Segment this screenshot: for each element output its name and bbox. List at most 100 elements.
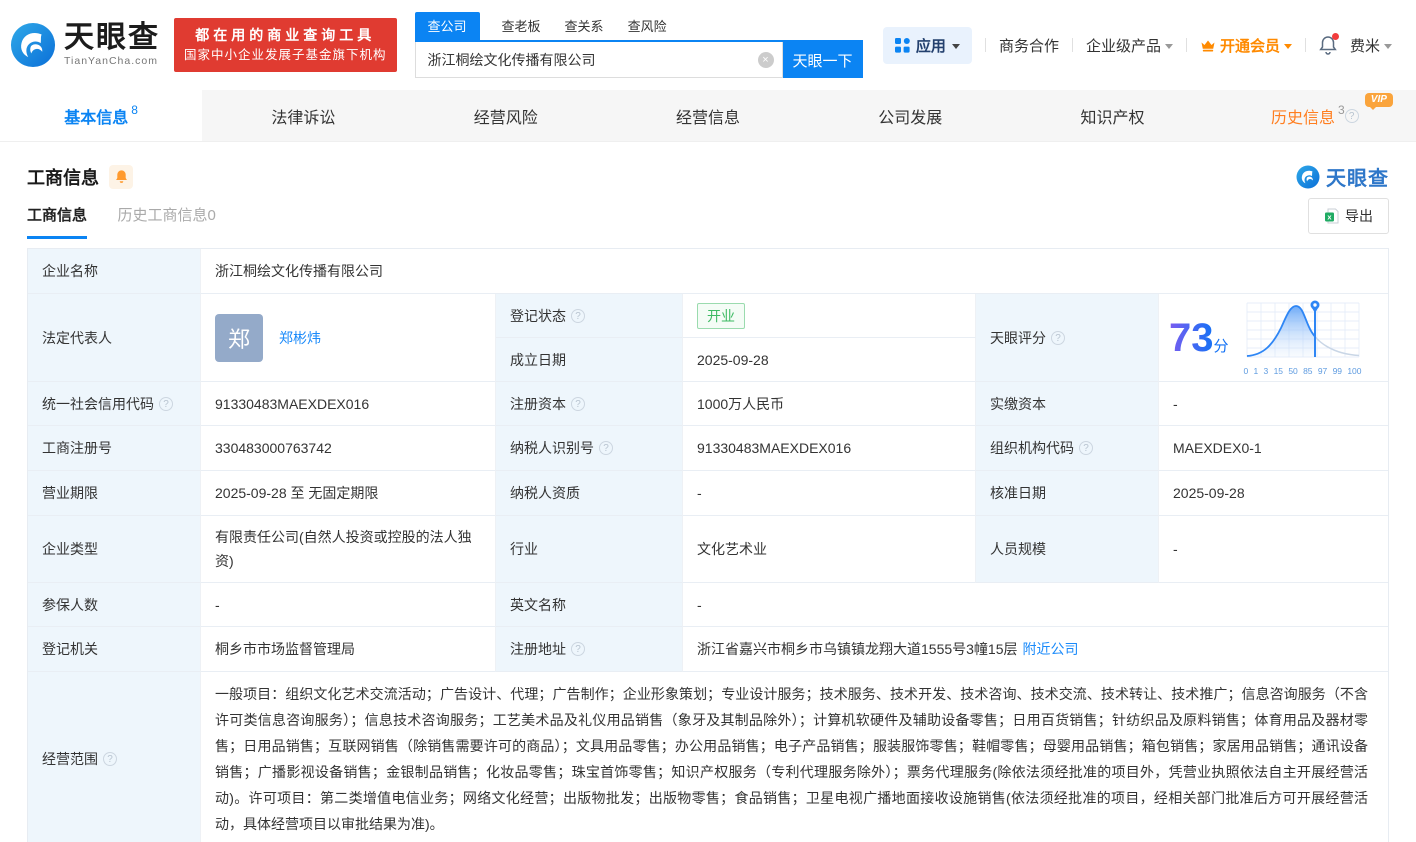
taxpayer-quality-value: - <box>683 471 976 516</box>
score-curve-chart <box>1244 299 1362 361</box>
tianyancha-watermark: 天眼查 <box>1296 162 1389 191</box>
search-tab-relation[interactable]: 查关系 <box>563 12 606 40</box>
help-icon[interactable]: ? <box>159 397 173 411</box>
tab-label: 经营风险 <box>474 104 538 128</box>
search-tabs: 查公司 查老板 查关系 查风险 <box>415 12 863 42</box>
nearby-companies-link[interactable]: 附近公司 <box>1023 639 1079 659</box>
staff-size-value: - <box>1159 516 1388 583</box>
help-icon[interactable]: ? <box>571 397 585 411</box>
help-icon[interactable]: ? <box>599 441 613 455</box>
logo-text: 天眼查 TianYanCha.com <box>64 23 160 67</box>
help-icon[interactable]: ? <box>103 752 117 766</box>
tab-label: 历史信息 <box>1271 104 1335 128</box>
search-row: × 天眼一下 <box>415 42 863 78</box>
establish-date-value: 2025-09-28 <box>683 338 976 382</box>
tab-count: 8 <box>131 103 138 117</box>
search-tab-company[interactable]: 查公司 <box>415 12 480 40</box>
tab-legal-litigation[interactable]: 法律诉讼 <box>202 90 404 141</box>
tab-label: 经营信息 <box>676 104 740 128</box>
tab-history-info[interactable]: 历史信息 3 ? VIP <box>1214 90 1416 141</box>
reg-number-label: 工商注册号 <box>28 426 201 471</box>
help-icon[interactable]: ? <box>1051 331 1065 345</box>
export-button[interactable]: x 导出 <box>1308 198 1389 234</box>
reg-authority-value: 桐乡市市场监督管理局 <box>201 627 496 672</box>
nav-enterprise-products[interactable]: 企业级产品 <box>1086 35 1173 56</box>
org-code-label: 组织机构代码 ? <box>976 426 1159 471</box>
apps-menu[interactable]: 应用 <box>883 27 972 64</box>
score-label: 天眼评分 ? <box>976 294 1159 382</box>
notification-dot <box>1332 33 1339 40</box>
logo-subtitle: TianYanCha.com <box>64 55 160 67</box>
username: 费米 <box>1350 35 1380 56</box>
table-row: 工商注册号 330483000763742 纳税人识别号 ? 91330483M… <box>28 426 1388 471</box>
table-row: 营业期限 2025-09-28 至 无固定期限 纳税人资质 - 核准日期 202… <box>28 471 1388 516</box>
clear-search-icon[interactable]: × <box>758 52 774 68</box>
chevron-down-icon <box>1165 44 1173 49</box>
approval-date-label: 核准日期 <box>976 471 1159 516</box>
industry-value: 文化艺术业 <box>683 516 976 583</box>
english-name-value: - <box>683 583 1388 627</box>
reg-status-value: 开业 <box>683 294 976 338</box>
search-button[interactable]: 天眼一下 <box>783 42 863 78</box>
score-unit: 分 <box>1214 338 1229 355</box>
status-badge: 开业 <box>697 303 745 329</box>
help-icon[interactable]: ? <box>571 309 585 323</box>
establish-date-label: 成立日期 <box>496 338 683 382</box>
divider <box>1072 38 1073 52</box>
table-row: 法定代表人 郑 郑彬炜 登记状态 ? 开业 成立日期 2025-09-28 天眼… <box>28 294 1388 382</box>
label-text: 注册资本 <box>510 394 566 414</box>
search-area: 查公司 查老板 查关系 查风险 × 天眼一下 <box>415 12 863 78</box>
tab-label: 法律诉讼 <box>271 104 335 128</box>
tab-label: 基本信息 <box>64 104 128 128</box>
table-row: 统一社会信用代码 ? 91330483MAEXDEX016 注册资本 ? 100… <box>28 382 1388 426</box>
table-row: 企业名称 浙江桐绘文化传播有限公司 <box>28 249 1388 294</box>
label-text: 注册地址 <box>510 639 566 659</box>
paid-capital-value: - <box>1159 382 1388 426</box>
nav-open-vip[interactable]: 开通会员 <box>1200 35 1292 56</box>
business-scope-label: 经营范围 ? <box>28 672 201 842</box>
section-title: 工商信息 <box>27 164 99 190</box>
help-icon[interactable]: ? <box>571 642 585 656</box>
tianyancha-logo[interactable]: 天眼查 TianYanCha.com <box>10 22 160 68</box>
alert-bell-icon[interactable] <box>109 165 133 189</box>
subtab-history-business-info[interactable]: 历史工商信息0 <box>117 204 215 236</box>
business-term-value: 2025-09-28 至 无固定期限 <box>201 471 496 516</box>
bell-glyph <box>115 169 128 184</box>
help-icon[interactable]: ? <box>1345 109 1359 123</box>
score-chart: 0131550859799100 <box>1244 299 1362 376</box>
tab-operation-risk[interactable]: 经营风险 <box>405 90 607 141</box>
nav-business-cooperation[interactable]: 商务合作 <box>999 35 1059 56</box>
tab-operation-info[interactable]: 经营信息 <box>607 90 809 141</box>
credit-code-value: 91330483MAEXDEX016 <box>201 382 496 426</box>
tab-label: 公司发展 <box>878 104 942 128</box>
search-tab-boss[interactable]: 查老板 <box>500 12 543 40</box>
help-icon[interactable]: ? <box>1079 441 1093 455</box>
legal-rep-link[interactable]: 郑彬炜 <box>279 328 321 348</box>
notification-bell-icon[interactable] <box>1319 35 1337 55</box>
tab-company-development[interactable]: 公司发展 <box>809 90 1011 141</box>
tab-basic-info[interactable]: 基本信息 8 <box>0 90 202 141</box>
search-input[interactable] <box>416 52 782 68</box>
industry-label: 行业 <box>496 516 683 583</box>
subtab-business-info[interactable]: 工商信息 <box>27 204 87 239</box>
english-name-label: 英文名称 <box>496 583 683 627</box>
search-tab-risk[interactable]: 查风险 <box>626 12 669 40</box>
subtab-count: 0 <box>207 207 215 224</box>
company-type-value: 有限责任公司(自然人投资或控股的法人独资) <box>201 516 496 583</box>
score-cell: 73分 <box>1159 294 1388 382</box>
nav-user-menu[interactable]: 费米 <box>1350 35 1392 56</box>
taxpayer-id-label: 纳税人识别号 ? <box>496 426 683 471</box>
excel-icon: x <box>1324 208 1339 224</box>
tianyancha-watermark-icon <box>1296 165 1320 189</box>
chevron-down-icon <box>952 44 960 49</box>
org-code-value: MAEXDEX0-1 <box>1159 426 1388 471</box>
tab-intellectual-property[interactable]: 知识产权 <box>1011 90 1213 141</box>
apps-menu-label: 应用 <box>916 35 946 56</box>
chevron-down-icon <box>1384 44 1392 49</box>
score-axis-labels: 0131550859799100 <box>1244 366 1362 376</box>
divider <box>1305 38 1306 52</box>
approval-date-value: 2025-09-28 <box>1159 471 1388 516</box>
staff-size-label: 人员规模 <box>976 516 1159 583</box>
reg-capital-value: 1000万人民币 <box>683 382 976 426</box>
legal-rep-avatar[interactable]: 郑 <box>215 314 263 362</box>
